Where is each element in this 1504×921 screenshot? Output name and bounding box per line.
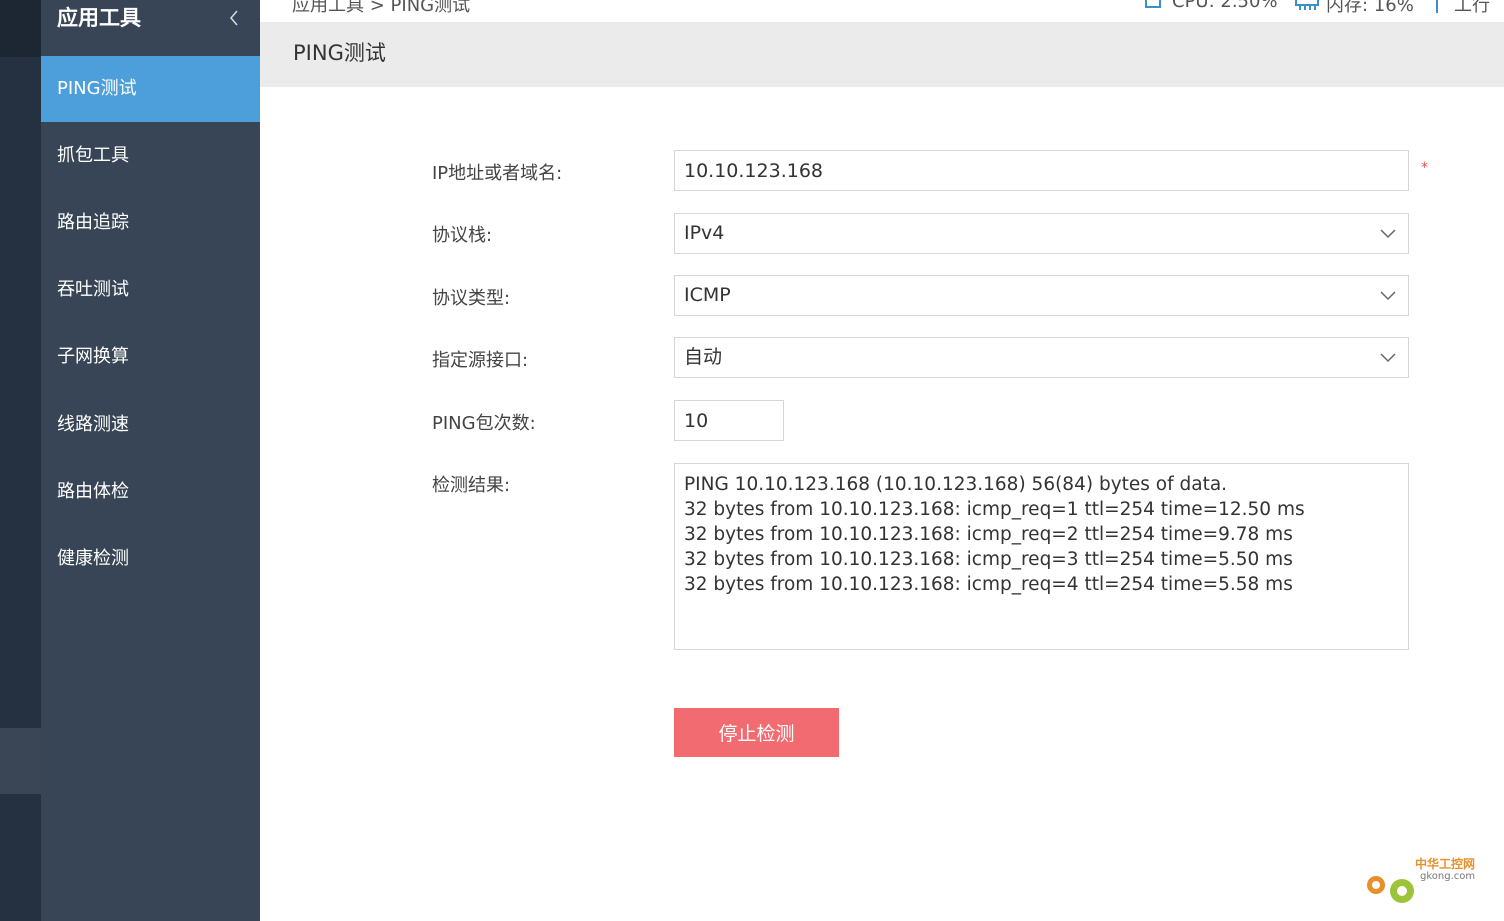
icon-rail [0,0,41,921]
chevron-down-icon [1380,291,1396,301]
memory-value: 内存: 16% [1326,0,1414,16]
sidebar-title: 应用工具 [57,6,141,30]
proto-label: 协议类型: [432,288,511,309]
sidebar-item-capture[interactable]: 抓包工具 [41,123,260,189]
watermark-domain: gkong.com [1420,871,1476,882]
proto-select[interactable]: ICMP [674,275,1409,316]
memory-icon [1295,0,1319,10]
iface-select-value: 自动 [684,346,723,368]
extra-value: 工行 [1454,0,1490,16]
stack-select-value: IPv4 [684,222,725,244]
ip-label: IP地址或者域名: [432,163,563,184]
result-label: 检测结果: [432,475,511,496]
divider [1436,0,1438,13]
result-line: 32 bytes from 10.10.123.168: icmp_req=2 … [684,524,1293,545]
sidebar-item-traceroute[interactable]: 路由追踪 [41,190,260,256]
iface-label: 指定源接口: [432,350,529,371]
rail-top [0,0,41,57]
sidebar-item-throughput[interactable]: 吞吐测试 [41,257,260,323]
sidebar-item-speedtest[interactable]: 线路测速 [41,392,260,458]
stop-detection-button[interactable]: 停止检测 [674,708,839,757]
sidebar-item-health[interactable]: 健康检测 [41,526,260,592]
stack-select[interactable]: IPv4 [674,213,1409,254]
proto-select-value: ICMP [684,284,731,306]
extra-stat: 工行 [1436,0,1490,17]
result-line: 32 bytes from 10.10.123.168: icmp_req=3 … [684,549,1293,570]
cpu-value: CPU: 2.50% [1172,0,1278,12]
cpu-icon [1145,0,1161,8]
top-bar: 应用工具 > PING测试 CPU: 2.50% 内存: 16% 工行 [260,0,1504,22]
chevron-down-icon [1380,229,1396,239]
stack-label: 协议栈: [432,225,493,246]
cpu-stat: CPU: 2.50% [1140,0,1278,12]
sidebar: 应用工具 PING测试 抓包工具 路由追踪 吞吐测试 子网换算 线路测速 路由体… [41,0,260,921]
watermark: 中华工控网 gkong.com [1360,855,1500,915]
page-header: PING测试 [260,22,1504,87]
result-line: PING 10.10.123.168 (10.10.123.168) 56(84… [684,474,1228,495]
memory-stat: 内存: 16% [1294,0,1414,17]
count-label: PING包次数: [432,413,536,434]
ip-input[interactable] [674,150,1409,191]
collapse-chevron-left-icon[interactable] [224,4,244,32]
result-textarea[interactable]: PING 10.10.123.168 (10.10.123.168) 56(84… [674,463,1409,650]
rail-active-item[interactable] [0,728,41,794]
required-mark: * [1421,160,1428,176]
sidebar-item-subnet[interactable]: 子网换算 [41,324,260,390]
result-line: 32 bytes from 10.10.123.168: icmp_req=1 … [684,499,1305,520]
gear-logo-icon [1367,876,1414,903]
chevron-down-icon [1380,353,1396,363]
sidebar-item-ping[interactable]: PING测试 [41,56,260,122]
page-title: PING测试 [293,41,386,65]
sidebar-item-route-check[interactable]: 路由体检 [41,459,260,525]
breadcrumb[interactable]: 应用工具 > PING测试 [292,0,470,17]
iface-select[interactable]: 自动 [674,337,1409,378]
result-line: 32 bytes from 10.10.123.168: icmp_req=4 … [684,574,1293,595]
watermark-name: 中华工控网 [1415,857,1476,871]
count-input[interactable] [674,400,784,441]
